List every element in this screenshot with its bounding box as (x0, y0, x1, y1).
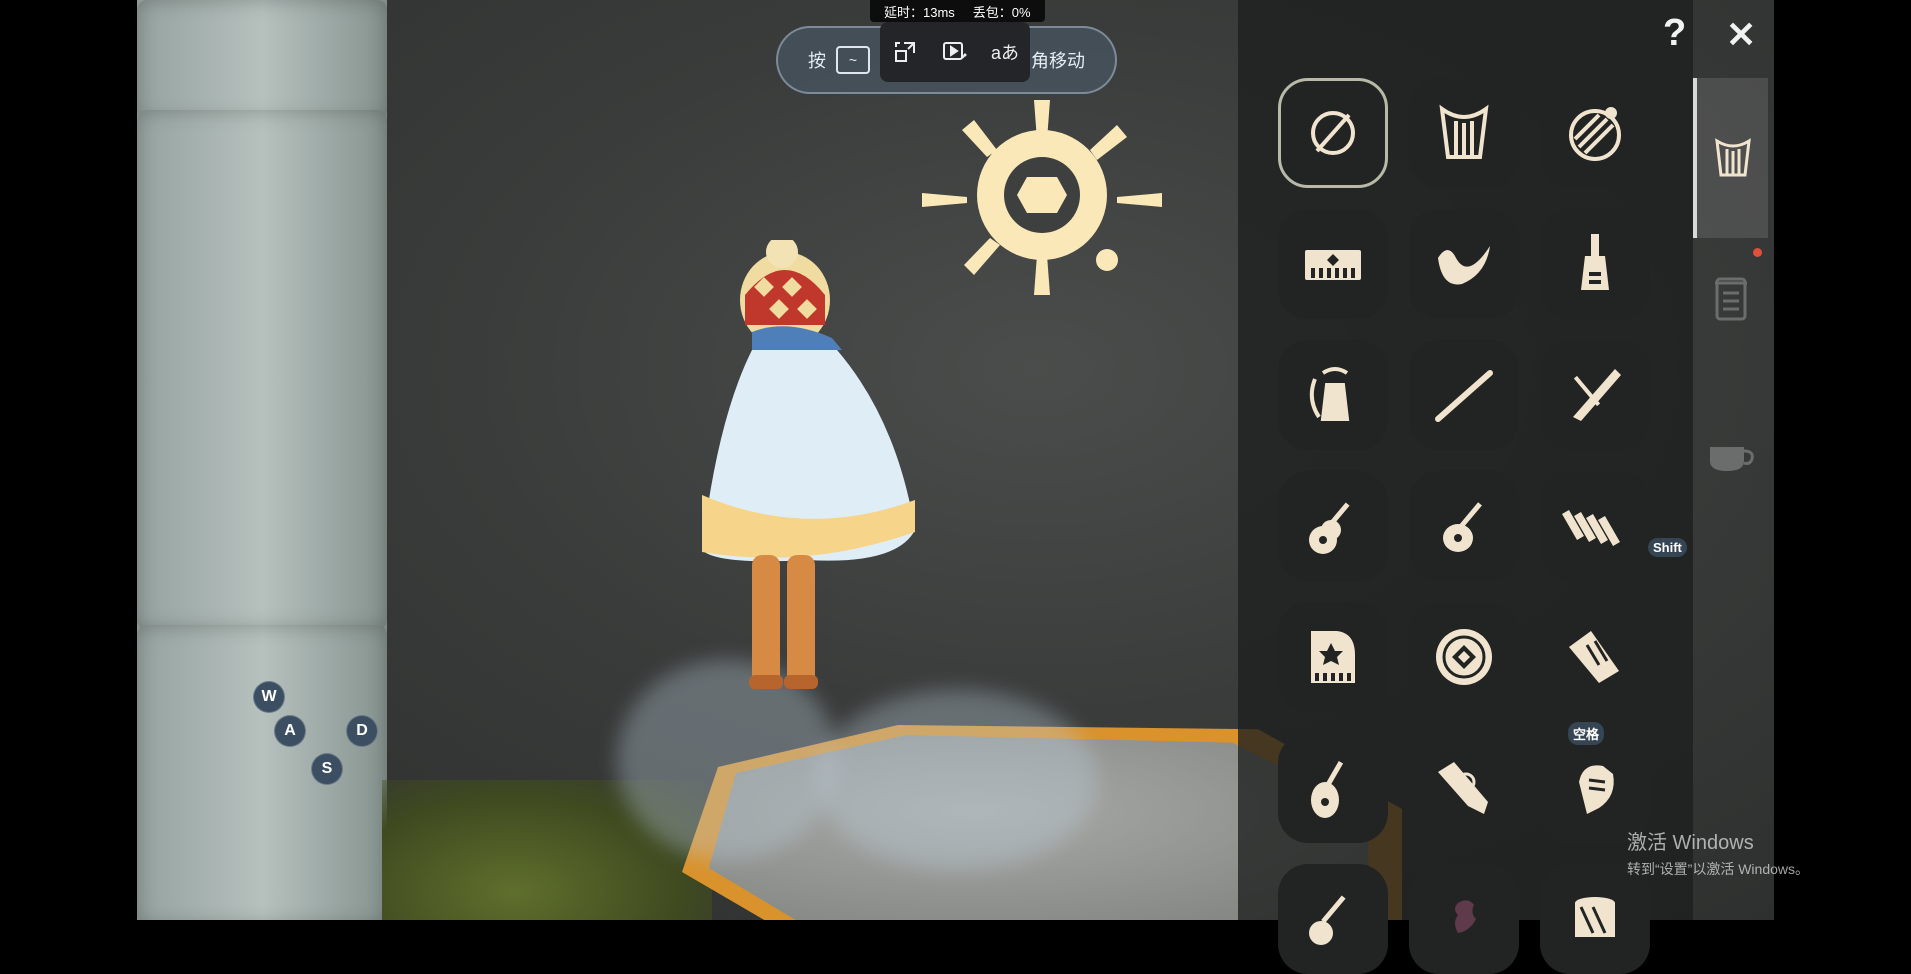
instrument-violin-icon[interactable] (1409, 864, 1519, 974)
instrument-round-harp-icon[interactable] (1540, 78, 1650, 188)
instrument-trumpet-icon[interactable] (1409, 733, 1519, 843)
video-magic-icon[interactable] (940, 37, 970, 67)
instrument-ukulele-icon[interactable] (1278, 471, 1388, 581)
instrument-none-icon[interactable] (1278, 78, 1388, 188)
hint-key: ~ (836, 46, 870, 74)
instrument-guitar-icon[interactable] (1278, 864, 1388, 974)
windows-activation-watermark: 激活 Windows 转到“设置”以激活 Windows。 (1627, 826, 1809, 879)
stone-block (137, 625, 387, 920)
swap-window-icon[interactable] (890, 37, 920, 67)
key-a[interactable]: A (274, 715, 306, 747)
sheet-music-icon (1714, 277, 1747, 321)
instrument-horn-icon[interactable] (1409, 209, 1519, 319)
instrument-drum-icon[interactable] (1540, 864, 1650, 974)
instrument-piano-keys-icon[interactable] (1278, 209, 1388, 319)
stone-block (137, 110, 387, 630)
hint-suffix: 角移动 (1031, 51, 1085, 71)
key-d[interactable]: D (346, 715, 378, 747)
key-w[interactable]: W (253, 681, 285, 713)
packet-loss-text: 丢包：0% (972, 4, 1031, 20)
instrument-bell-bottle-icon[interactable] (1540, 209, 1650, 319)
hint-prefix: 按 (808, 51, 826, 71)
help-icon[interactable]: ? (1663, 12, 1686, 55)
stone-block (137, 0, 387, 120)
instrument-pipa-icon[interactable] (1278, 733, 1388, 843)
instrument-harp-icon[interactable] (1409, 78, 1519, 188)
watermark-title: 激活 Windows (1627, 832, 1754, 854)
sun-glyph (922, 100, 1162, 295)
instrument-pan-flute-icon[interactable] (1540, 340, 1650, 450)
network-status: 延时：13ms 丢包：0% (870, 0, 1045, 22)
instrument-flute-icon[interactable] (1409, 340, 1519, 450)
shift-key-hint: Shift (1648, 538, 1687, 557)
instrument-djembe-icon[interactable] (1540, 602, 1650, 712)
instrument-xylophone-icon[interactable] (1540, 471, 1650, 581)
floating-toolbar: aあ (880, 22, 1030, 82)
latency-text: 延时：13ms (884, 4, 955, 20)
key-s[interactable]: S (311, 753, 343, 785)
harp-tab[interactable] (1693, 78, 1768, 238)
sheet-tab[interactable] (1693, 218, 1768, 378)
watermark-subtitle: 转到“设置”以激活 Windows。 (1627, 861, 1810, 877)
close-icon[interactable]: ✕ (1726, 14, 1756, 56)
instrument-hand-drum-icon[interactable] (1409, 602, 1519, 712)
notification-dot (1753, 248, 1762, 257)
instrument-harp-bell-icon[interactable] (1278, 340, 1388, 450)
harp-icon (1714, 138, 1751, 177)
cup-tab[interactable] (1693, 378, 1768, 538)
cup-icon (1709, 447, 1754, 471)
translate-icon[interactable]: aあ (990, 37, 1020, 67)
instrument-mandolin-icon[interactable] (1409, 471, 1519, 581)
instrument-grand-piano-icon[interactable] (1278, 602, 1388, 712)
space-key-hint: 空格 (1568, 722, 1605, 745)
player-character (702, 240, 915, 689)
